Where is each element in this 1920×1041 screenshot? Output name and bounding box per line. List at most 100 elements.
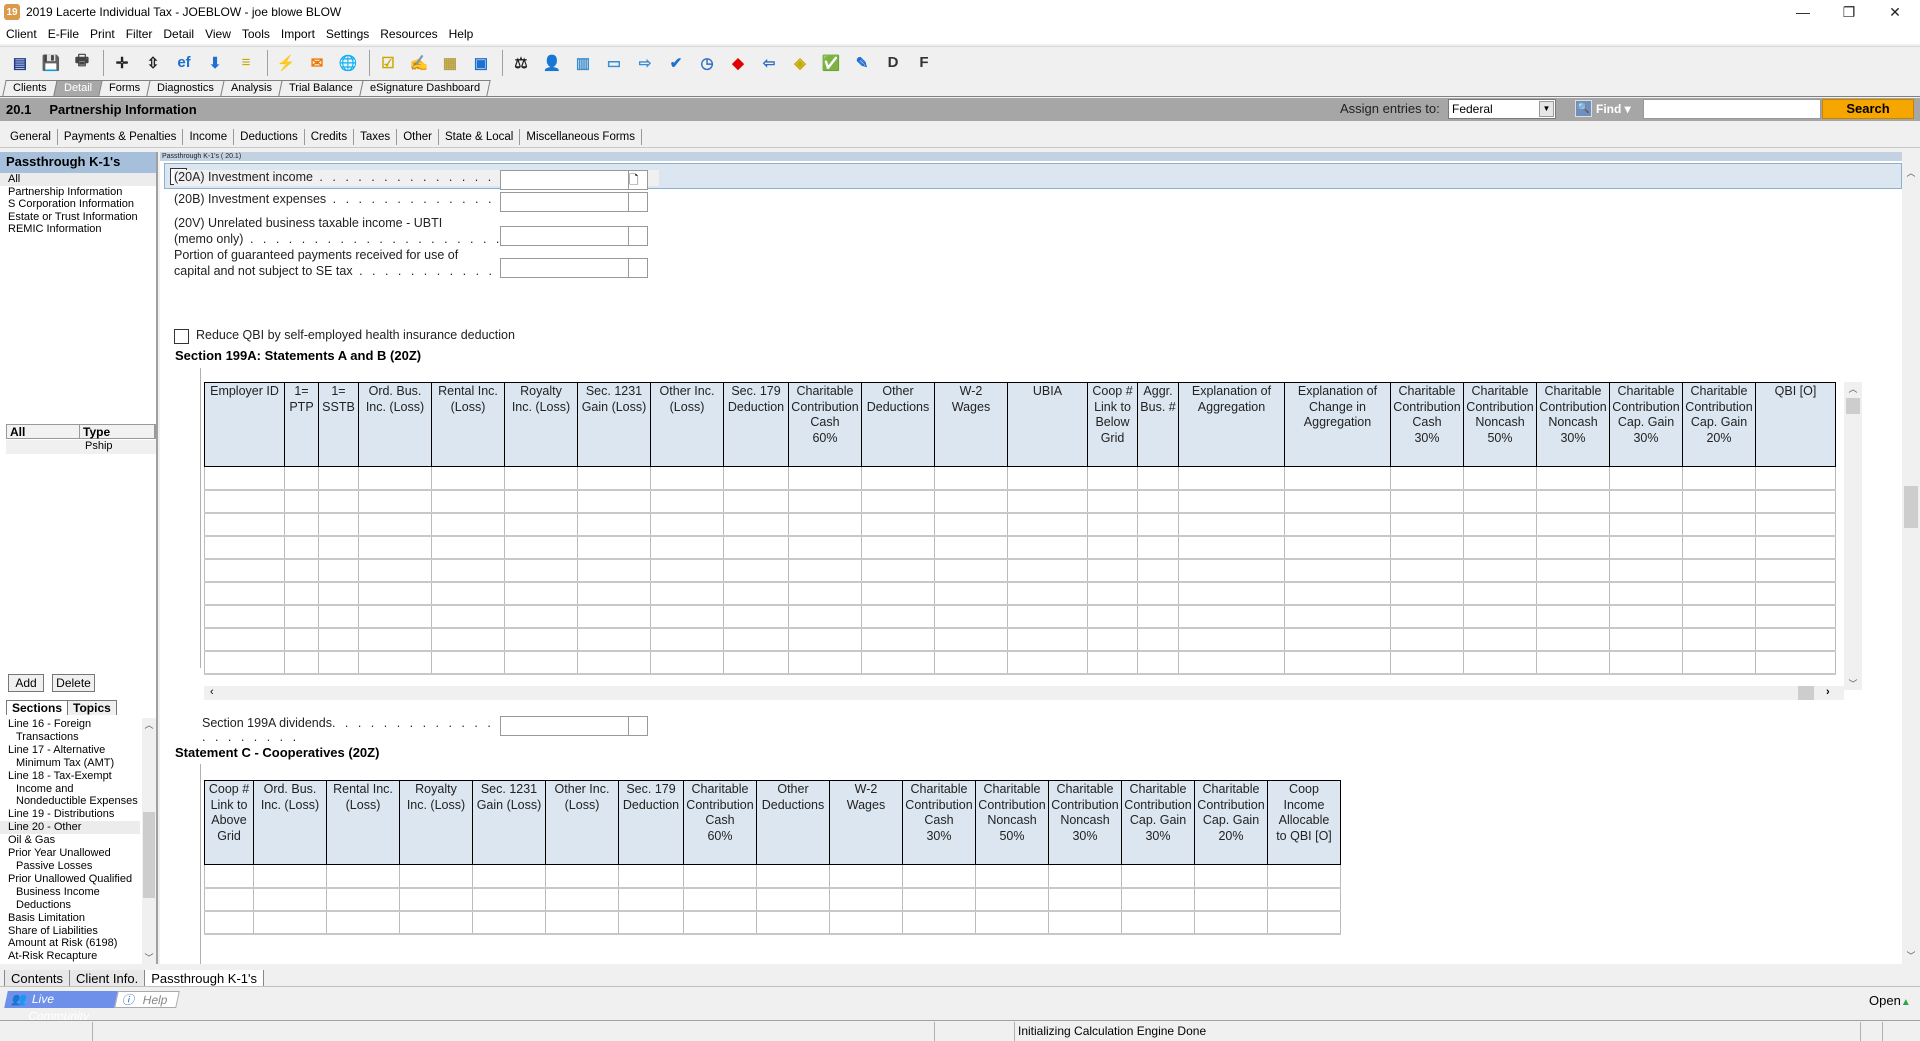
detail-button[interactable] bbox=[628, 259, 647, 277]
grid-cell[interactable] bbox=[1194, 887, 1268, 912]
folder-icon[interactable]: ▭ bbox=[602, 51, 626, 75]
grid-cell[interactable] bbox=[1390, 558, 1464, 583]
tab-detail[interactable]: Detail bbox=[52, 80, 103, 96]
grid-cell[interactable] bbox=[1178, 466, 1285, 491]
grid-cell[interactable] bbox=[545, 910, 619, 935]
grid-cell[interactable] bbox=[1463, 512, 1537, 537]
detail-button[interactable] bbox=[628, 193, 647, 211]
grid-column-header[interactable]: Charitable Contribution Noncash 50% bbox=[975, 780, 1049, 865]
grid-cell[interactable] bbox=[1087, 535, 1138, 560]
menu-detail[interactable]: Detail bbox=[163, 27, 194, 41]
grid-cell[interactable] bbox=[723, 466, 789, 491]
section-tab-general[interactable]: General bbox=[4, 128, 58, 145]
grid-cell[interactable] bbox=[723, 581, 789, 606]
import-icon[interactable]: ⇦ bbox=[757, 51, 781, 75]
grid-cell[interactable] bbox=[1463, 604, 1537, 629]
add-button[interactable]: Add bbox=[8, 674, 44, 692]
grid-cell[interactable] bbox=[1390, 512, 1464, 537]
grid-cell[interactable] bbox=[504, 627, 578, 652]
grid-cell[interactable] bbox=[318, 489, 359, 514]
grid-cell[interactable] bbox=[1137, 558, 1179, 583]
grid-cell[interactable] bbox=[1682, 558, 1756, 583]
grid-cell[interactable] bbox=[1536, 650, 1610, 675]
grid-cell[interactable] bbox=[1463, 581, 1537, 606]
amount-input[interactable]: 🗋 bbox=[500, 170, 648, 190]
grid-cell[interactable] bbox=[1536, 466, 1610, 491]
grid-cell[interactable] bbox=[1536, 581, 1610, 606]
k1-grid-row[interactable]: Pship bbox=[6, 440, 156, 454]
grid-cell[interactable] bbox=[861, 604, 935, 629]
grid-cell[interactable] bbox=[399, 910, 473, 935]
grid-cell[interactable] bbox=[1609, 604, 1683, 629]
grid-cell[interactable] bbox=[253, 910, 327, 935]
grid-cell[interactable] bbox=[1682, 535, 1756, 560]
grid-column-header[interactable]: Charitable Contribution Cash 60% bbox=[788, 382, 862, 467]
grid-column-header[interactable]: Charitable Contribution Cap. Gain 20% bbox=[1194, 780, 1268, 865]
grid-cell[interactable] bbox=[723, 558, 789, 583]
grid-cell[interactable] bbox=[902, 864, 976, 889]
grid-cell[interactable] bbox=[1390, 604, 1464, 629]
preparer-icon[interactable]: 👤 bbox=[540, 51, 564, 75]
document-icon[interactable]: 🗋 bbox=[628, 171, 647, 189]
user-check-icon[interactable]: ✅ bbox=[819, 51, 843, 75]
grid-column-header[interactable]: Explanation of Change in Aggregation bbox=[1284, 382, 1391, 467]
grid-cell[interactable] bbox=[902, 910, 976, 935]
section-item[interactable]: Business Income bbox=[0, 886, 140, 899]
grid-a-hscroll[interactable]: ‹ › bbox=[204, 686, 1844, 700]
grid-column-header[interactable]: Coop Income Allocable to QBI [O] bbox=[1267, 780, 1341, 865]
grid-cell[interactable] bbox=[431, 558, 505, 583]
tab-sections[interactable]: Sections bbox=[6, 700, 69, 715]
grid-cell[interactable] bbox=[650, 581, 724, 606]
grid-cell[interactable] bbox=[318, 558, 359, 583]
grid-cell[interactable] bbox=[1755, 535, 1836, 560]
grid-cell[interactable] bbox=[618, 887, 684, 912]
grid-cell[interactable] bbox=[1087, 558, 1138, 583]
sections-scroll-thumb[interactable] bbox=[143, 812, 155, 898]
grid-cell[interactable] bbox=[204, 864, 254, 889]
grid-cell[interactable] bbox=[650, 489, 724, 514]
clock-icon[interactable]: ◷ bbox=[695, 51, 719, 75]
grid-cell[interactable] bbox=[1048, 887, 1122, 912]
grid-cell[interactable] bbox=[284, 512, 319, 537]
grid-column-header[interactable]: Other Deductions bbox=[861, 382, 935, 467]
grid-column-header[interactable]: Sec. 179 Deduction bbox=[723, 382, 789, 467]
grid-cell[interactable] bbox=[723, 627, 789, 652]
section-item[interactable]: Line 20 - Other bbox=[0, 821, 140, 835]
scroll-left-icon[interactable]: ‹ bbox=[210, 686, 214, 698]
section-item[interactable]: At-Risk Recapture bbox=[0, 950, 140, 963]
grid-cell[interactable] bbox=[284, 581, 319, 606]
rep-icon[interactable]: ⚡ bbox=[274, 51, 298, 75]
grid-cell[interactable] bbox=[1390, 627, 1464, 652]
grid-cell[interactable] bbox=[1284, 581, 1391, 606]
grid-cell[interactable] bbox=[1609, 627, 1683, 652]
grid-cell[interactable] bbox=[650, 558, 724, 583]
grid-cell[interactable] bbox=[284, 489, 319, 514]
grid-cell[interactable] bbox=[861, 627, 935, 652]
grid-cell[interactable] bbox=[1007, 604, 1088, 629]
find-menu-button[interactable]: Find ▾ bbox=[1596, 102, 1631, 116]
grid-cell[interactable] bbox=[326, 887, 400, 912]
section-item[interactable]: Oil & Gas bbox=[0, 834, 140, 847]
grid-cell[interactable] bbox=[577, 650, 651, 675]
grid-cell[interactable] bbox=[284, 558, 319, 583]
scroll-down-icon[interactable]: ﹀ bbox=[1844, 677, 1862, 690]
tab-esignature-dashboard[interactable]: eSignature Dashboard bbox=[358, 80, 491, 96]
tab-topics[interactable]: Topics bbox=[67, 700, 117, 715]
scroll-up-icon[interactable]: ︿ bbox=[1902, 166, 1920, 179]
grid-cell[interactable] bbox=[1178, 604, 1285, 629]
grid-cell[interactable] bbox=[577, 627, 651, 652]
grid-cell[interactable] bbox=[650, 627, 724, 652]
grid-cell[interactable] bbox=[902, 887, 976, 912]
efile-doc-icon[interactable]: ≡ bbox=[234, 51, 258, 75]
grid-cell[interactable] bbox=[358, 489, 432, 514]
grid-a-hscroll-thumb[interactable] bbox=[1798, 686, 1814, 700]
grid-cell[interactable] bbox=[318, 581, 359, 606]
grid-cell[interactable] bbox=[683, 864, 757, 889]
grid-cell[interactable] bbox=[1755, 558, 1836, 583]
grid-cell[interactable] bbox=[284, 627, 319, 652]
k1-grid-header-all[interactable]: All bbox=[7, 425, 81, 439]
grid-cell[interactable] bbox=[1048, 910, 1122, 935]
grid-cell[interactable] bbox=[788, 581, 862, 606]
grid-cell[interactable] bbox=[431, 627, 505, 652]
grid-cell[interactable] bbox=[1087, 512, 1138, 537]
